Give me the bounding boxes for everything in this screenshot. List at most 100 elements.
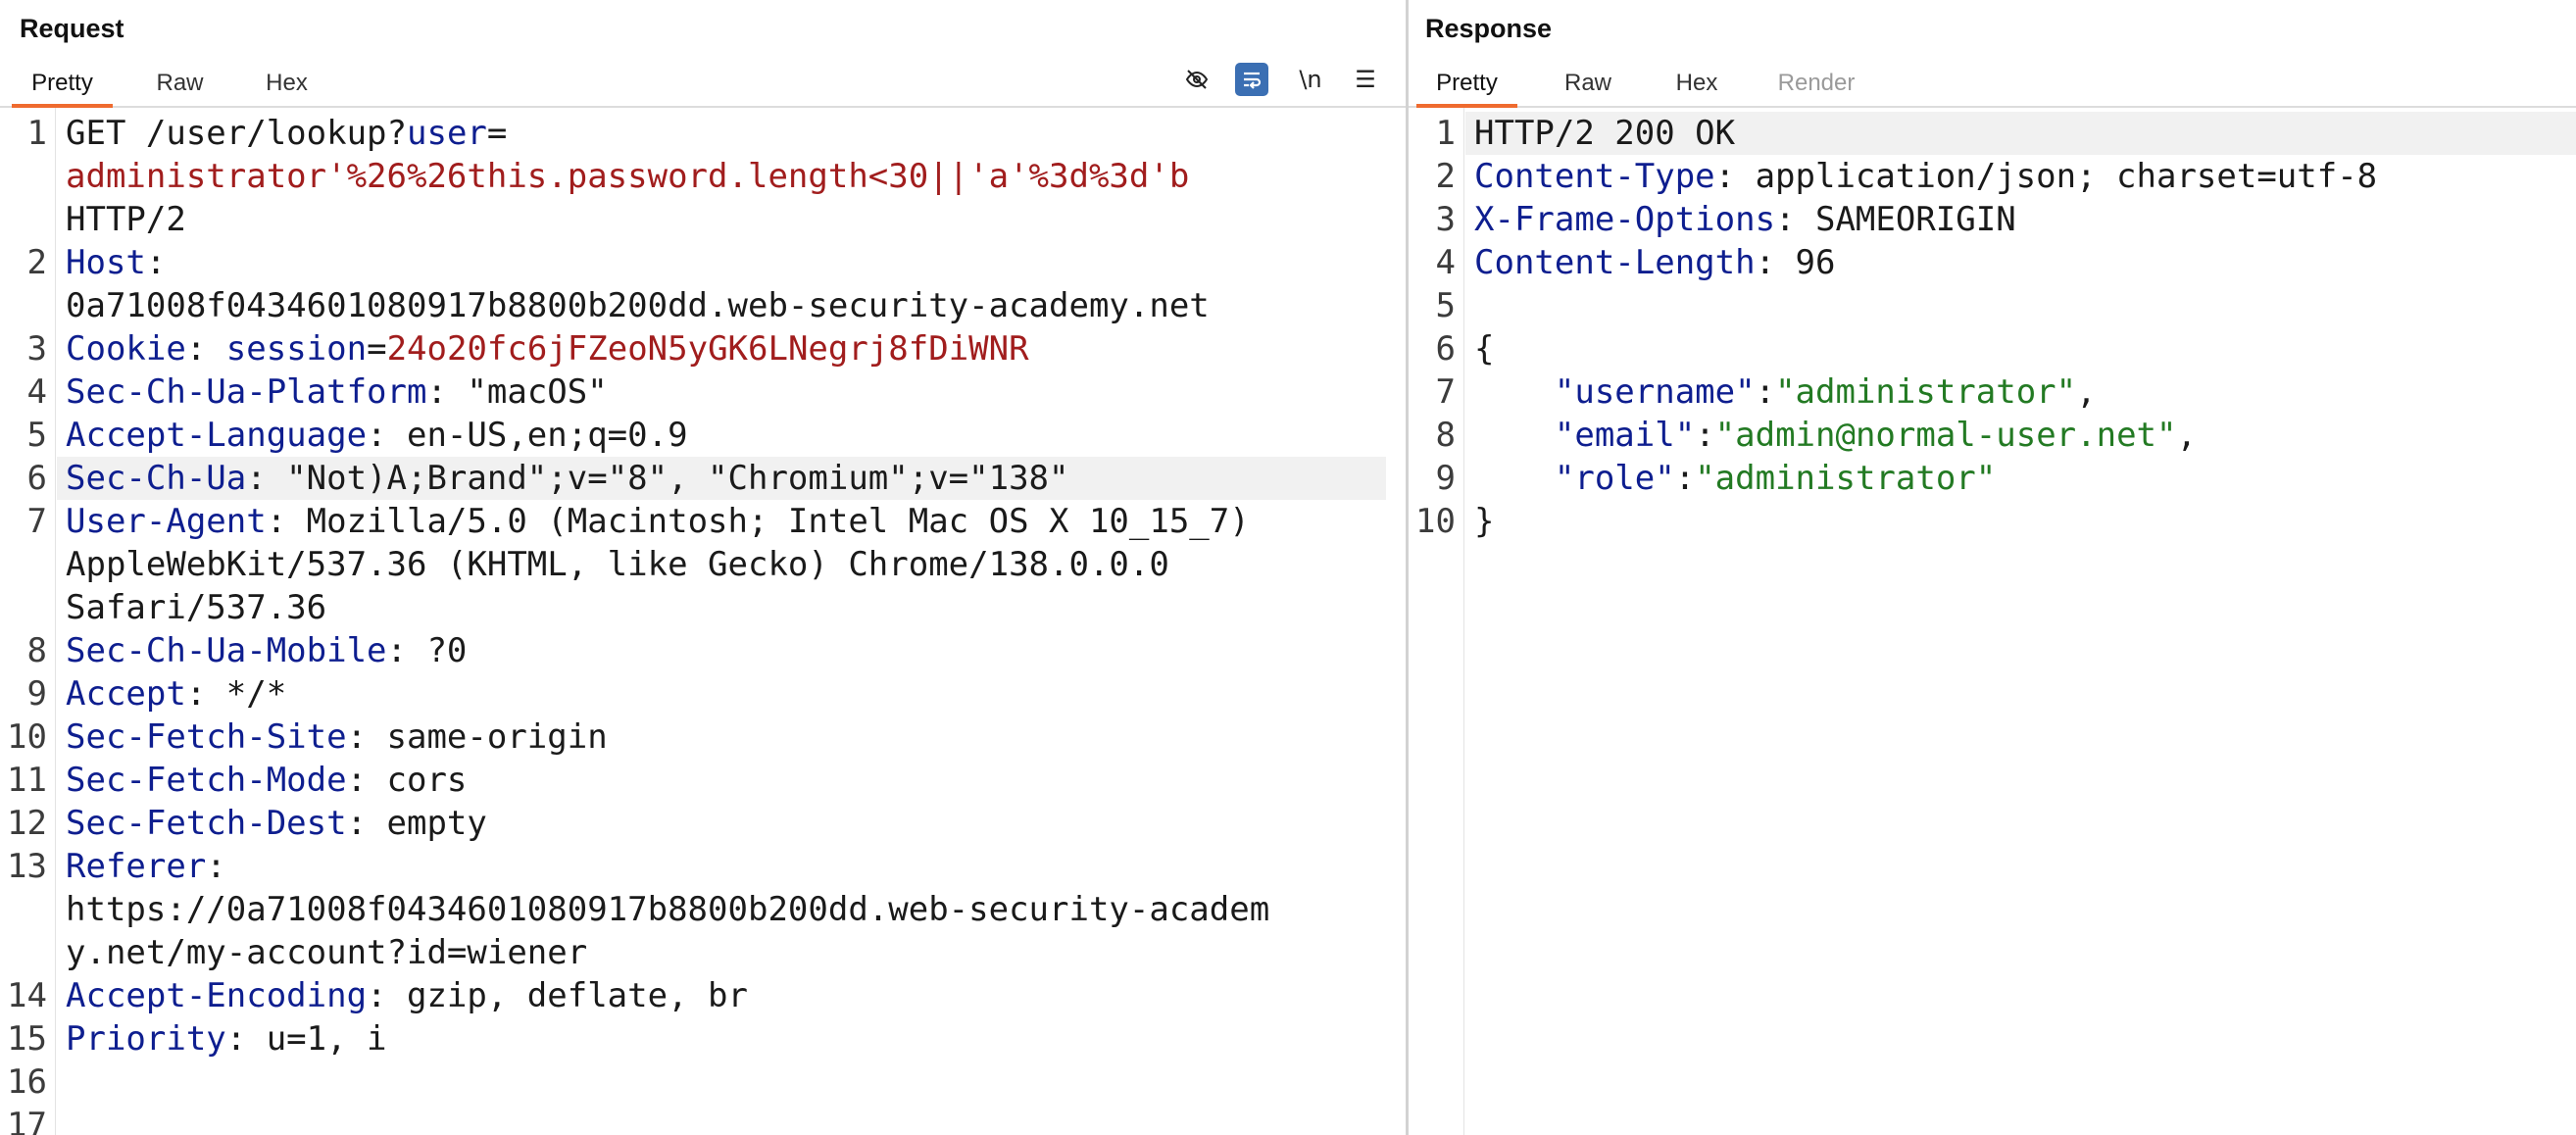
request-line-text: Host: (66, 241, 166, 284)
token-key: X-Frame-Options (1474, 200, 1776, 239)
token-key: Cookie (66, 329, 186, 369)
token-text: : Mozilla/5.0 (Macintosh; Intel Mac OS X… (266, 502, 1250, 541)
request-code-line: 15 Priority: u=1, i (0, 1017, 1406, 1061)
token-text: : "macOS" (426, 372, 608, 412)
request-line-text: Cookie: session=24o20fc6jFZeoN5yGK6LNegr… (66, 327, 1029, 370)
request-line-number: 4 (26, 372, 47, 412)
response-line-number: 6 (1435, 329, 1456, 369)
request-line-number: 5 (26, 416, 47, 455)
request-line-number: 7 (26, 502, 47, 541)
eye-slash-icon[interactable] (1180, 63, 1214, 96)
token-text: : u=1, i (225, 1019, 387, 1059)
request-line-number: 11 (7, 761, 47, 800)
request-line-text: Safari/537.36 (66, 586, 326, 629)
response-editor[interactable]: 1 HTTP/2 200 OK 2 Content-Type: application… (1409, 112, 2576, 543)
request-tab-pretty[interactable]: Pretty (12, 66, 113, 108)
request-line-text: https://0a71008f0434601080917b8800b200dd… (66, 888, 1269, 931)
request-line-text: HTTP/2 (66, 198, 186, 241)
request-code-line: administrator'%26%26this.password.length… (0, 155, 1406, 198)
response-line-number: 2 (1435, 157, 1456, 196)
token-red: 24o20fc6jFZeoN5yGK6LNegrj8fDiWNR (386, 329, 1029, 369)
token-key: Sec-Fetch-Mode (66, 761, 347, 800)
token-key: user (407, 114, 487, 153)
response-tab-render[interactable]: Render (1758, 66, 1875, 104)
token-key: session (225, 329, 368, 369)
request-code-line: 17 (0, 1104, 1406, 1135)
token-text: : same-origin (346, 717, 608, 757)
response-code-line: 7 "username":"administrator", (1409, 370, 2576, 414)
token-key: Host (66, 243, 146, 282)
request-line-text: AppleWebKit/537.36 (KHTML, like Gecko) C… (66, 543, 1169, 586)
request-line-number: 3 (26, 329, 47, 369)
response-tab-raw[interactable]: Raw (1534, 66, 1642, 104)
response-pane: Response Pretty Raw Hex Render 1 HTTP/2 2… (1409, 0, 2576, 1135)
request-line-text: Sec-Ch-Ua: "Not)A;Brand";v="8", "Chromiu… (66, 457, 1069, 500)
token-key: Sec-Fetch-Dest (66, 804, 347, 843)
response-code-line: 1 HTTP/2 200 OK (1436, 112, 2576, 155)
response-line-number: 7 (1435, 372, 1456, 412)
response-tabs: Pretty Raw Hex Render (1409, 61, 2576, 108)
token-text: https://0a71008f0434601080917b8800b200dd… (66, 890, 1270, 929)
request-code-line: https://0a71008f0434601080917b8800b200dd… (0, 888, 1406, 931)
request-code-line: 0a71008f0434601080917b8800b200dd.web-sec… (0, 284, 1406, 327)
token-text: = (486, 114, 508, 153)
request-title: Request (20, 14, 124, 43)
token-text: : en-US,en;q=0.9 (367, 416, 688, 455)
request-code-line: 9 Accept: */* (0, 672, 1406, 716)
request-code-line: 1 GET /user/lookup?user= (0, 112, 1406, 155)
token-text: : */* (185, 674, 287, 714)
token-text: , (2076, 372, 2097, 412)
token-text: : ?0 (386, 631, 468, 670)
token-text: : (185, 329, 226, 369)
request-line-text: Referer: (66, 845, 226, 888)
token-text: = (367, 329, 387, 369)
response-line-text: X-Frame-Options: SAMEORIGIN (1474, 198, 2016, 241)
response-line-number: 10 (1415, 502, 1456, 541)
token-key: Content-Type (1474, 157, 1715, 196)
request-line-number: 16 (7, 1062, 47, 1102)
request-code-line: 14 Accept-Encoding: gzip, deflate, br (0, 974, 1406, 1017)
menu-icon[interactable]: ☰ (1349, 63, 1382, 96)
request-line-number: 1 (26, 114, 47, 153)
newline-icon[interactable]: \n (1294, 63, 1327, 96)
response-line-text: } (1474, 500, 1494, 543)
response-tab-pretty[interactable]: Pretty (1416, 66, 1517, 108)
request-line-text: Accept: */* (66, 672, 286, 716)
request-tab-hex[interactable]: Hex (240, 66, 333, 104)
request-line-number: 17 (7, 1106, 47, 1135)
token-text: : cors (346, 761, 468, 800)
request-line-text: y.net/my-account?id=wiener (66, 931, 587, 974)
wrap-lines-icon[interactable] (1235, 63, 1268, 96)
response-line-text: Content-Type: application/json; charset=… (1474, 155, 2377, 198)
request-line-number: 9 (26, 674, 47, 714)
token-text: : (206, 847, 226, 886)
response-line-text: { (1474, 327, 1494, 370)
response-tab-hex[interactable]: Hex (1648, 66, 1746, 104)
request-tab-raw[interactable]: Raw (127, 66, 232, 104)
token-text: : application/json; charset=utf-8 (1714, 157, 2378, 196)
token-text: : 96 (1755, 243, 1836, 282)
request-code-line: 11 Sec-Fetch-Mode: cors (0, 759, 1406, 802)
request-code-line: 2 Host: (0, 241, 1406, 284)
request-line-text: Sec-Fetch-Mode: cors (66, 759, 467, 802)
token-key: "role" (1554, 459, 1675, 498)
response-line-text: "username":"administrator", (1474, 370, 2097, 414)
request-code-line: 5 Accept-Language: en-US,en;q=0.9 (0, 414, 1406, 457)
token-text: { (1474, 329, 1495, 369)
request-code-line: HTTP/2 (0, 198, 1406, 241)
token-key: Sec-Ch-Ua (66, 459, 247, 498)
request-line-number: 8 (26, 631, 47, 670)
request-editor[interactable]: 1 GET /user/lookup?user= administrator'%26… (0, 112, 1406, 1135)
token-text: : (1755, 372, 1776, 412)
response-line-number: 8 (1435, 416, 1456, 455)
token-text: HTTP/2 (66, 200, 186, 239)
request-code-line: 7 User-Agent: Mozilla/5.0 (Macintosh; Int… (0, 500, 1406, 543)
request-code-line: Safari/537.36 (0, 586, 1406, 629)
token-text: GET /user/lookup? (66, 114, 407, 153)
request-pane: Request Pretty Raw Hex \n ☰ 1 GET /user/l… (0, 0, 1406, 1135)
token-text: 0a71008f0434601080917b8800b200dd.web-sec… (66, 286, 1210, 325)
response-code-line: 6{ (1409, 327, 2576, 370)
token-key: Accept-Encoding (66, 976, 368, 1015)
request-line-text: 0a71008f0434601080917b8800b200dd.web-sec… (66, 284, 1210, 327)
